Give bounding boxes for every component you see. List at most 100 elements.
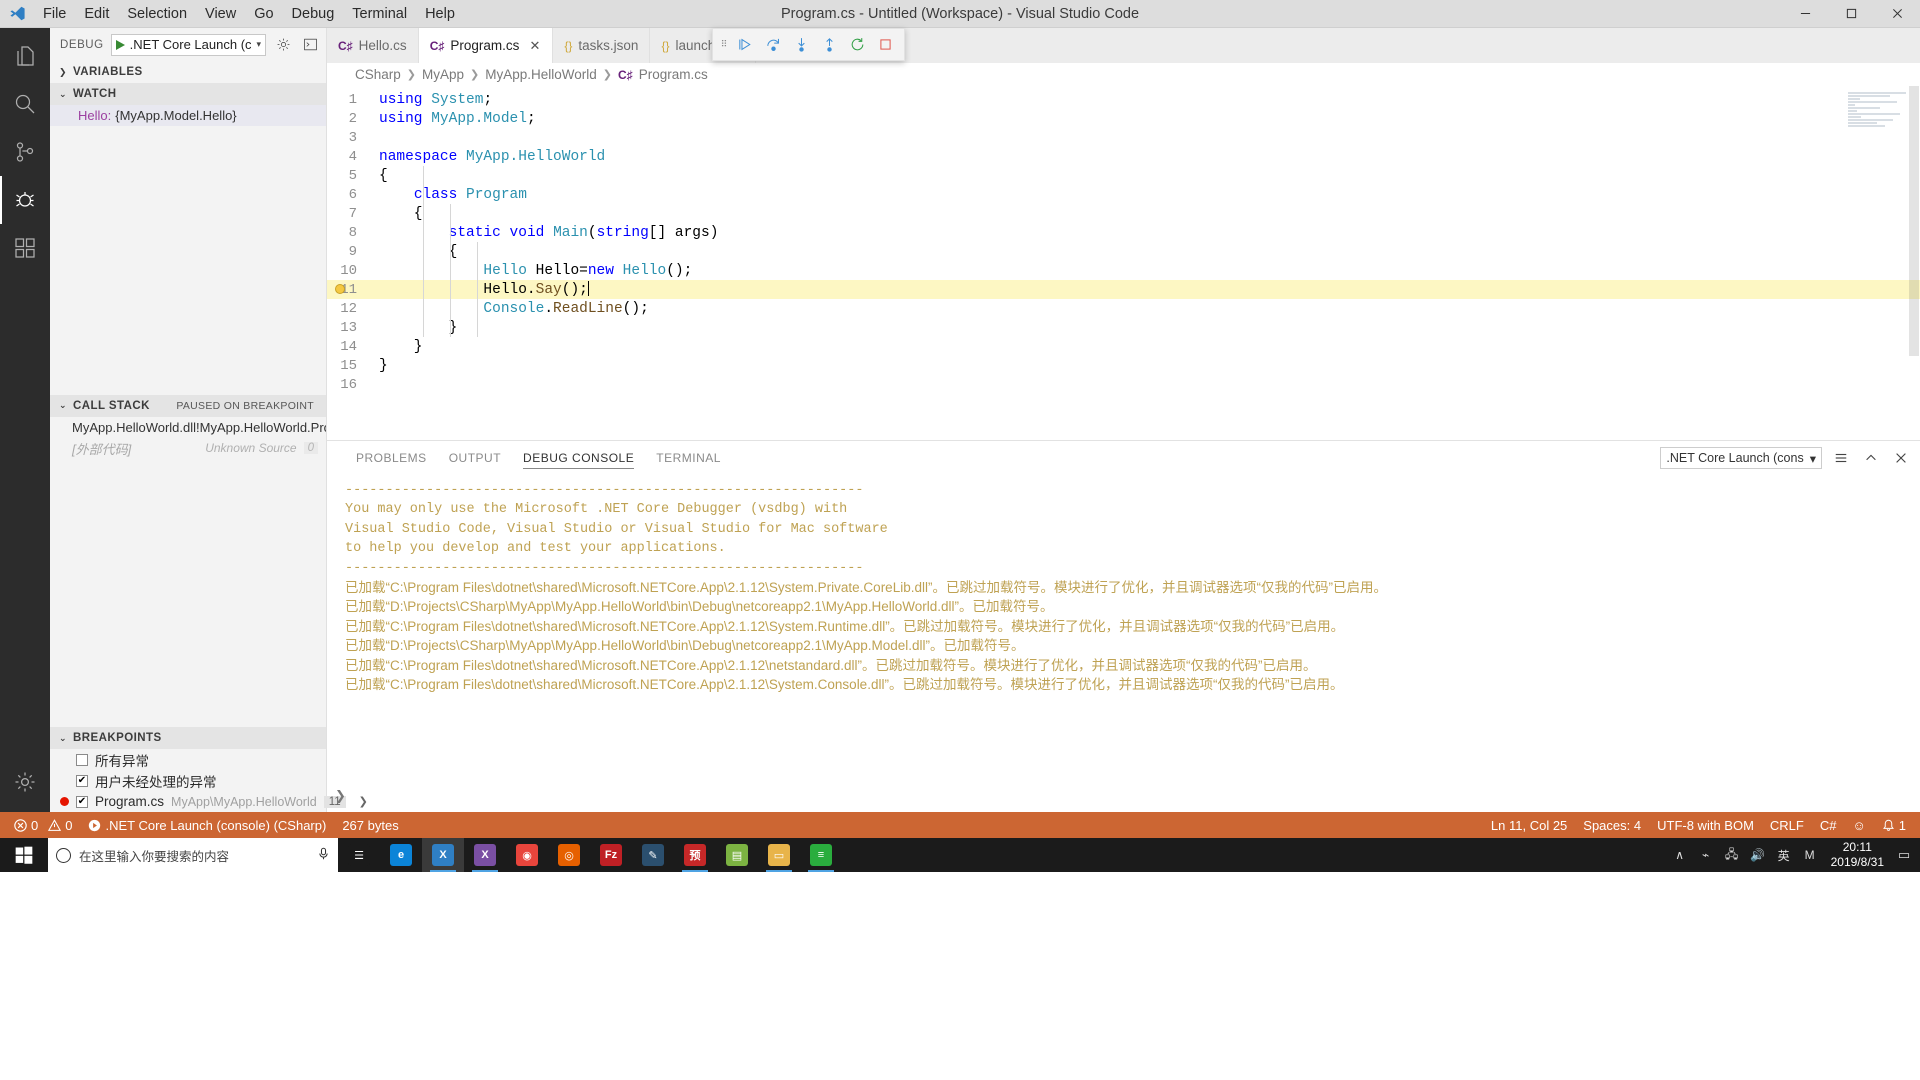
taskbar-wechat[interactable]: ≡ <box>800 838 842 872</box>
code-line[interactable]: 6 class Program <box>327 185 1920 204</box>
editor-tabs[interactable]: C♯ Hello.cs C♯ Program.cs ✕{} tasks.json{} lau… <box>327 28 1920 63</box>
step-into-button[interactable] <box>788 31 815 58</box>
section-callstack[interactable]: ⌄ CALL STACK PAUSED ON BREAKPOINT <box>50 394 326 417</box>
taskbar-task-view[interactable]: ☰ <box>338 838 380 872</box>
maximize-panel-button[interactable] <box>1860 447 1882 469</box>
tray-icon[interactable]: 🖧 <box>1719 838 1745 872</box>
taskbar-firefox[interactable]: ◎ <box>548 838 590 872</box>
start-button[interactable] <box>0 838 48 872</box>
code-line[interactable]: 12 Console.ReadLine(); <box>327 299 1920 318</box>
menu-bar[interactable]: File Edit Selection View Go Debug Terminal Help <box>34 2 464 26</box>
debug-console-select[interactable]: .NET Core Launch (cons ▾ <box>1660 447 1822 469</box>
code-line[interactable]: 14 } <box>327 337 1920 356</box>
menu-terminal[interactable]: Terminal <box>343 2 416 26</box>
tray-icon[interactable]: 🔊 <box>1745 838 1771 872</box>
activity-search[interactable] <box>0 80 50 128</box>
status-errors[interactable]: 0 0 <box>6 812 80 838</box>
menu-go[interactable]: Go <box>245 2 282 26</box>
tray-icon[interactable]: ∧ <box>1667 838 1693 872</box>
menu-view[interactable]: View <box>196 2 245 26</box>
status-language-mode[interactable]: C# <box>1812 812 1845 838</box>
taskbar-items[interactable]: ☰ e X X ◉ ◎ Fz ✎ 预 ▤ ▭ ≡ <box>338 838 842 872</box>
taskbar-search-box[interactable]: 在这里输入你要搜索的内容 <box>48 838 338 872</box>
code-line[interactable]: 5{ <box>327 166 1920 185</box>
breadcrumb-item[interactable]: CSharp <box>355 67 401 82</box>
activity-extensions[interactable] <box>0 224 50 272</box>
breadcrumb-item[interactable]: MyApp.HelloWorld <box>485 67 597 82</box>
breadcrumb[interactable]: CSharp ❯ MyApp ❯ MyApp.HelloWorld ❯ C♯ Program.… <box>327 63 1920 86</box>
breakpoint-checkbox[interactable] <box>76 753 88 766</box>
panel-tab-problems[interactable]: PROBLEMS <box>345 441 438 475</box>
open-console-icon[interactable] <box>300 35 320 55</box>
taskbar-file-explorer[interactable]: ▭ <box>758 838 800 872</box>
breakpoint-checkbox[interactable]: ✔ <box>76 774 88 787</box>
code-editor[interactable]: 1 using System; 2 using MyApp.Model; 3 4 names… <box>327 86 1920 440</box>
drag-handle-icon[interactable]: ⠿ <box>718 35 731 55</box>
tray-icon[interactable]: 英 <box>1771 838 1797 872</box>
panel-tabs[interactable]: PROBLEMS OUTPUT DEBUG CONSOLE TERMINAL <box>345 441 732 475</box>
panel-tab-output[interactable]: OUTPUT <box>438 441 512 475</box>
status-encoding[interactable]: UTF-8 with BOM <box>1649 812 1762 838</box>
code-line[interactable]: 11 Hello.Say(); <box>327 280 1920 299</box>
code-line[interactable]: 4 namespace MyApp.HelloWorld <box>327 147 1920 166</box>
minimap[interactable] <box>1848 92 1906 132</box>
menu-help[interactable]: Help <box>416 2 464 26</box>
restart-button[interactable] <box>844 31 871 58</box>
clear-console-button[interactable] <box>1830 447 1852 469</box>
microphone-icon[interactable] <box>317 847 330 864</box>
taskbar-search-input[interactable]: 在这里输入你要搜索的内容 <box>79 846 309 865</box>
breakpoint-row[interactable]: 所有异常 <box>50 749 326 770</box>
system-tray[interactable]: ∧ ⌁ 🖧 🔊 英 M 20:11 2019/8/31 ▭ <box>1667 838 1920 872</box>
menu-debug[interactable]: Debug <box>283 2 344 26</box>
breadcrumb-item[interactable]: MyApp <box>422 67 464 82</box>
activity-bar[interactable] <box>0 28 50 812</box>
section-watch[interactable]: ⌄ WATCH <box>50 83 326 105</box>
gear-icon[interactable] <box>273 35 293 55</box>
code-line[interactable]: 13 } <box>327 318 1920 337</box>
activity-manage[interactable] <box>0 758 50 806</box>
maximize-button[interactable] <box>1828 0 1874 28</box>
breadcrumb-item[interactable]: Program.cs <box>639 67 708 82</box>
window-controls[interactable] <box>1782 0 1920 28</box>
status-feedback-smiley[interactable]: ☺ <box>1844 812 1873 838</box>
status-bar-right[interactable]: Ln 11, Col 25 Spaces: 4 UTF-8 with BOM CRLF… <box>1483 812 1914 838</box>
step-out-button[interactable] <box>816 31 843 58</box>
taskbar-notes-app[interactable]: ▤ <box>716 838 758 872</box>
taskbar-filezilla[interactable]: Fz <box>590 838 632 872</box>
tray-icons[interactable]: ∧ ⌁ 🖧 🔊 英 M <box>1667 838 1823 872</box>
editor-scrollbar-thumb[interactable] <box>1909 86 1919 356</box>
callstack-row[interactable]: [外部代码] Unknown Source 0 <box>50 438 326 459</box>
chevron-down-icon[interactable]: ▾ <box>256 39 261 50</box>
breakpoint-checkbox[interactable]: ✔ <box>76 795 88 808</box>
code-line[interactable]: 16 <box>327 375 1920 394</box>
status-line-endings[interactable]: CRLF <box>1762 812 1812 838</box>
code-line[interactable]: 3 <box>327 128 1920 147</box>
breakpoint-row[interactable]: ✔ 用户未经处理的异常 <box>50 770 326 791</box>
play-icon[interactable] <box>115 39 125 50</box>
editor-scrollbar[interactable] <box>1906 86 1920 440</box>
editor-tab-Hello-cs[interactable]: C♯ Hello.cs <box>327 28 419 63</box>
close-panel-button[interactable] <box>1890 447 1912 469</box>
activity-explorer[interactable] <box>0 32 50 80</box>
watch-item[interactable]: Hello: {MyApp.Model.Hello} <box>50 105 326 126</box>
console-prompt-icon[interactable]: ❯ <box>335 788 346 804</box>
taskbar-vscode-insiders[interactable]: X <box>464 838 506 872</box>
panel-actions[interactable]: .NET Core Launch (cons ▾ <box>1660 447 1912 469</box>
debug-toolbar[interactable]: ⠿ <box>712 28 905 61</box>
taskbar-red-app[interactable]: 预 <box>674 838 716 872</box>
status-indentation[interactable]: Spaces: 4 <box>1575 812 1649 838</box>
taskbar-chrome[interactable]: ◉ <box>506 838 548 872</box>
step-over-button[interactable] <box>760 31 787 58</box>
taskbar-editor-app[interactable]: ✎ <box>632 838 674 872</box>
notification-center-button[interactable]: ▭ <box>1892 838 1916 872</box>
continue-button[interactable] <box>732 31 759 58</box>
tray-icon[interactable]: ⌁ <box>1693 838 1719 872</box>
menu-edit[interactable]: Edit <box>75 2 118 26</box>
menu-file[interactable]: File <box>34 2 75 26</box>
code-line[interactable]: 10 Hello Hello=new Hello(); <box>327 261 1920 280</box>
status-notifications[interactable]: 1 <box>1874 812 1914 838</box>
status-memory[interactable]: 267 bytes <box>334 812 406 838</box>
chevron-down-icon[interactable]: ▾ <box>1810 451 1816 466</box>
close-button[interactable] <box>1874 0 1920 28</box>
panel-tab-terminal[interactable]: TERMINAL <box>645 441 732 475</box>
